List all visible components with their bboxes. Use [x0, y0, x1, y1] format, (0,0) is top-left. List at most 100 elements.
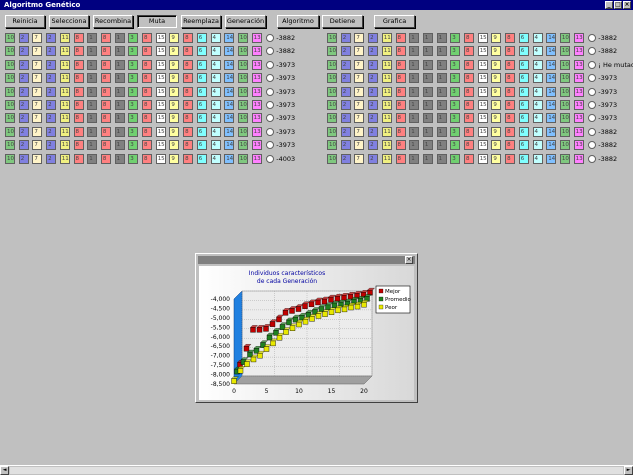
- gene-cell: 11: [59, 33, 70, 43]
- select-radio[interactable]: [588, 47, 597, 56]
- gene-cell: 8: [73, 59, 84, 70]
- fitness-value: -3973: [598, 87, 618, 96]
- gene-cell: 1: [409, 59, 420, 70]
- scroll-left-icon[interactable]: ◄: [0, 466, 9, 475]
- gene-cell: 10: [559, 33, 570, 43]
- select-radio[interactable]: [588, 74, 597, 83]
- muta-button[interactable]: Muta: [137, 15, 177, 28]
- gene-cell: 1: [436, 33, 447, 43]
- algoritmo-button[interactable]: Algoritmo: [277, 15, 319, 28]
- gene-cell: 2: [46, 59, 57, 70]
- select-radio[interactable]: [588, 141, 597, 150]
- gene-cell: 8: [100, 126, 111, 137]
- selecciona-button[interactable]: Selecciona: [49, 15, 89, 28]
- scroll-right-icon[interactable]: ►: [624, 466, 633, 475]
- generation-chart: Individuos característicosde cada Genera…: [211, 270, 412, 395]
- gene-cell: 13: [251, 33, 262, 43]
- select-radio[interactable]: [588, 114, 597, 123]
- gene-cell: 11: [381, 126, 392, 137]
- maximize-icon[interactable]: □: [614, 1, 622, 9]
- select-radio[interactable]: [588, 101, 597, 109]
- gene-cell: 6: [518, 113, 529, 124]
- gene-cell: 8: [183, 100, 194, 110]
- data-point-mejor: [250, 327, 256, 333]
- gene-cell: 2: [368, 113, 379, 124]
- gene-cell: 11: [59, 153, 70, 164]
- select-radio[interactable]: [266, 74, 275, 83]
- gene-cell: 9: [491, 113, 502, 124]
- gene-cell: 4: [210, 86, 221, 97]
- gene-cell: 2: [46, 73, 57, 84]
- detiene-button[interactable]: Detiene: [322, 15, 363, 28]
- close-icon[interactable]: ×: [405, 256, 413, 264]
- recombina-button[interactable]: Recombina: [93, 15, 133, 28]
- gene-cell: 13: [251, 126, 262, 137]
- select-radio[interactable]: [588, 154, 597, 163]
- gene-cell: 8: [395, 153, 406, 164]
- gene-cell: 2: [340, 86, 351, 97]
- gene-cell: 13: [573, 86, 584, 97]
- select-radio[interactable]: [266, 154, 275, 163]
- select-radio[interactable]: [588, 127, 597, 136]
- gene-cell: 8: [464, 33, 474, 43]
- select-radio[interactable]: [266, 60, 275, 69]
- gene-cell: 8: [505, 100, 516, 110]
- gene-cell: 2: [340, 113, 351, 124]
- gene-cell: 15: [477, 126, 488, 137]
- grafica-button[interactable]: Grafica: [374, 15, 415, 28]
- select-radio[interactable]: [266, 87, 275, 96]
- gene-cell: 11: [59, 100, 70, 110]
- select-radio[interactable]: [266, 34, 275, 42]
- data-point-mejor: [295, 306, 302, 312]
- gene-cell: 1: [114, 73, 125, 84]
- gene-cell: 10: [237, 73, 248, 84]
- gene-cell: 8: [505, 153, 516, 164]
- close-icon[interactable]: ×: [623, 1, 631, 9]
- data-point-mejor: [276, 316, 282, 323]
- data-point-peor: [361, 301, 367, 308]
- gene-cell: 8: [183, 140, 194, 151]
- gene-cell: 10: [559, 113, 570, 124]
- fitness-value: -3973: [598, 114, 618, 123]
- horizontal-scrollbar[interactable]: ◄ ►: [0, 465, 633, 475]
- gene-cell: 3: [128, 100, 139, 110]
- select-radio[interactable]: [266, 141, 275, 150]
- gene-cell: 6: [196, 153, 207, 164]
- gene-cell: 8: [142, 59, 152, 70]
- select-radio[interactable]: [266, 114, 275, 123]
- select-radio[interactable]: [266, 101, 275, 109]
- gene-cell: 8: [505, 86, 516, 97]
- gene-cell: 13: [573, 46, 584, 57]
- gene-cell: 15: [477, 33, 488, 43]
- minimize-icon[interactable]: _: [605, 1, 613, 9]
- gene-cell: 2: [340, 153, 351, 164]
- data-point-promedio: [266, 334, 273, 341]
- gene-cell: 2: [368, 86, 379, 97]
- legend-swatch: [378, 296, 384, 302]
- gene-cell: 8: [183, 46, 194, 57]
- data-point-mejor: [243, 346, 250, 352]
- gene-cell: 7: [354, 33, 365, 43]
- data-point-peor: [302, 318, 309, 325]
- gene-cell: 8: [142, 86, 152, 97]
- generacion-button[interactable]: Generación: [225, 15, 266, 28]
- gene-cell: 8: [395, 46, 406, 57]
- select-radio[interactable]: [266, 47, 275, 56]
- gene-cell: 4: [210, 153, 221, 164]
- gene-cell: 3: [128, 86, 139, 97]
- select-radio[interactable]: [588, 34, 597, 42]
- fitness-value: -3882: [598, 34, 618, 42]
- select-radio[interactable]: [266, 127, 275, 136]
- legend-swatch: [378, 304, 384, 310]
- data-point-mejor: [289, 308, 295, 314]
- select-radio[interactable]: [588, 60, 597, 69]
- reinicia-button[interactable]: Reinicia: [5, 15, 45, 28]
- gene-cell: 1: [87, 100, 98, 110]
- select-radio[interactable]: [588, 87, 597, 96]
- data-point-peor: [244, 361, 250, 367]
- gene-cell: 10: [237, 153, 248, 164]
- reemplaza-button[interactable]: Reemplaza: [181, 15, 221, 28]
- scroll-track[interactable]: [10, 467, 623, 474]
- gene-cell: 1: [436, 126, 447, 137]
- gene-cell: 2: [46, 86, 57, 97]
